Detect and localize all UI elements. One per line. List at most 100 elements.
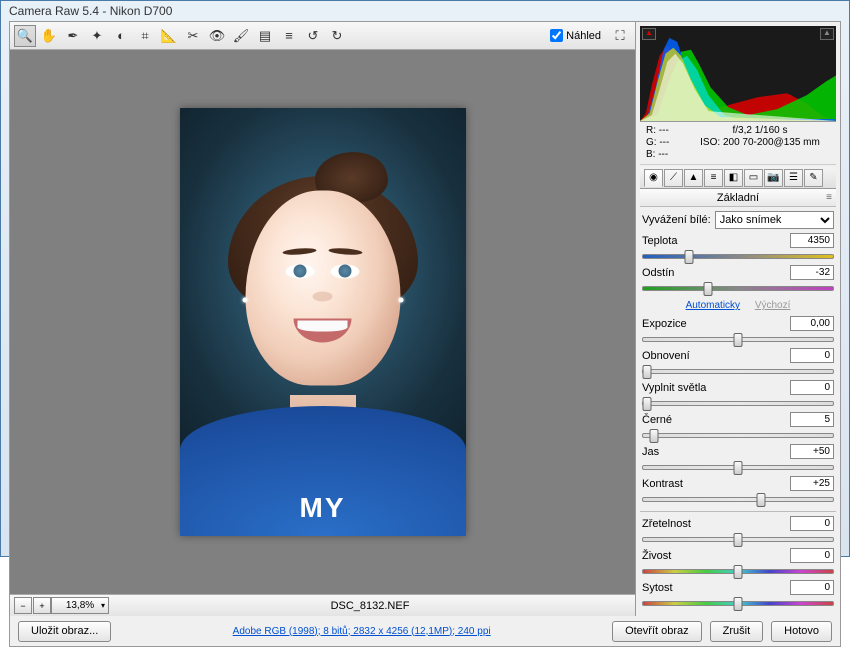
slider-vyplnit-thumb[interactable] [642,397,651,411]
zoom-select[interactable]: 13,8% [51,597,109,614]
panel-title[interactable]: Základní [640,189,836,207]
rotate-ccw-icon[interactable]: ↺ [302,25,324,47]
wb-label: Vyvážení bílé: [642,214,711,226]
slider-expozice-thumb[interactable] [734,333,743,347]
tab-snapshots-icon[interactable]: ✎ [804,169,823,187]
tab-presets-icon[interactable]: ☰ [784,169,803,187]
slider-kontrast-value[interactable]: +25 [790,476,834,491]
zoom-out-button[interactable]: − [14,597,32,614]
tab-split-icon[interactable]: ◧ [724,169,743,187]
right-panel: R: --- G: --- B: --- f/3,2 1/160 s ISO: … [636,22,840,616]
hand-tool-icon[interactable]: ✋ [38,25,60,47]
slider-jas-thumb[interactable] [734,461,743,475]
tab-basic-icon[interactable]: ◉ [644,169,663,187]
spot-removal-tool-icon[interactable]: ✂ [182,25,204,47]
tab-detail-icon[interactable]: ▲ [684,169,703,187]
tab-hsl-icon[interactable]: ≡ [704,169,723,187]
slider-zivost-track[interactable] [642,564,834,578]
slider-vyplnit-value[interactable]: 0 [790,380,834,395]
preview-area[interactable]: MY [10,50,635,594]
slider-zivost-label: Živost [642,550,671,562]
content-area: 🔍 ✋ ✒ ✦ ◐ ⌗ 📐 ✂ 👁 🖌 ▤ ≡ ↺ ↻ [9,21,841,647]
open-image-button[interactable]: Otevřít obraz [612,621,702,642]
slider-expozice-label: Expozice [642,318,687,330]
tab-camera-icon[interactable]: 📷 [764,169,783,187]
slider-obnoveni-value[interactable]: 0 [790,348,834,363]
tab-curve-icon[interactable]: ⟋ [664,169,683,187]
workflow-options-link[interactable]: Adobe RGB (1998); 8 bitů; 2832 x 4256 (1… [119,626,604,637]
zoom-in-button[interactable]: + [33,597,51,614]
slider-zretelnost-thumb[interactable] [734,533,743,547]
done-button[interactable]: Hotovo [771,621,832,642]
preview-label: Náhled [566,30,601,42]
preview-checkbox[interactable]: Náhled [550,29,601,42]
slider-cerne-value[interactable]: 5 [790,412,834,427]
graduated-filter-tool-icon[interactable]: ▤ [254,25,276,47]
white-balance-tool-icon[interactable]: ✒ [62,25,84,47]
slider-sytost-track[interactable] [642,596,834,610]
slider-kontrast-track[interactable] [642,492,834,506]
highlight-clipping-icon[interactable] [820,28,834,40]
slider-kontrast-thumb[interactable] [756,493,765,507]
crop-tool-icon[interactable]: ⌗ [134,25,156,47]
shirt-text: MY [213,492,433,524]
slider-obnoveni: Obnovení 0 [642,348,834,378]
slider-cerne-thumb[interactable] [650,429,659,443]
slider-zretelnost-track[interactable] [642,532,834,546]
slider-sytost: Sytost0 [642,580,834,610]
titlebar: Camera Raw 5.4 - Nikon D700 [1,1,849,21]
default-link[interactable]: Výchozí [755,300,791,311]
slider-expozice-track[interactable] [642,332,834,346]
slider-odstin-track[interactable] [642,281,834,295]
photo-preview: MY [180,108,466,536]
straighten-tool-icon[interactable]: 📐 [158,25,180,47]
fullscreen-icon[interactable]: ⛶ [609,25,631,47]
footer: Uložit obraz... Adobe RGB (1998); 8 bitů… [10,616,840,646]
save-image-button[interactable]: Uložit obraz... [18,621,111,642]
filename-label: DSC_8132.NEF [109,600,631,612]
slider-zivost-thumb[interactable] [734,565,743,579]
preview-checkbox-input[interactable] [550,29,563,42]
slider-obnoveni-thumb[interactable] [642,365,651,379]
slider-teplota-track[interactable] [642,249,834,263]
slider-sytost-thumb[interactable] [734,597,743,611]
left-panel: 🔍 ✋ ✒ ✦ ◐ ⌗ 📐 ✂ 👁 🖌 ▤ ≡ ↺ ↻ [10,22,636,616]
slider-zivost-value[interactable]: 0 [790,548,834,563]
slider-cerne-track[interactable] [642,428,834,442]
cancel-button[interactable]: Zrušit [710,621,764,642]
color-sampler-tool-icon[interactable]: ✦ [86,25,108,47]
zoom-controls: − + [14,597,51,614]
adjustment-brush-tool-icon[interactable]: 🖌 [230,25,252,47]
slider-sytost-value[interactable]: 0 [790,580,834,595]
slider-odstin: Odstín -32 [642,265,834,295]
auto-link[interactable]: Automaticky [686,300,740,311]
slider-vyplnit-track[interactable] [642,396,834,410]
redeye-tool-icon[interactable]: 👁 [206,25,228,47]
slider-odstin-label: Odstín [642,267,674,279]
slider-obnoveni-label: Obnovení [642,350,690,362]
slider-teplota-value[interactable]: 4350 [790,233,834,248]
slider-jas-value[interactable]: +50 [790,444,834,459]
slider-expozice-value[interactable]: 0,00 [790,316,834,331]
panel-tabs: ◉ ⟋ ▲ ≡ ◧ ▭ 📷 ☰ ✎ [640,167,836,189]
slider-cerne-label: Černé [642,414,672,426]
main-area: 🔍 ✋ ✒ ✦ ◐ ⌗ 📐 ✂ 👁 🖌 ▤ ≡ ↺ ↻ [10,22,840,616]
preferences-icon[interactable]: ≡ [278,25,300,47]
zoom-tool-icon[interactable]: 🔍 [14,25,36,47]
tab-lens-icon[interactable]: ▭ [744,169,763,187]
wb-select[interactable]: Jako snímek [715,211,834,229]
shadow-clipping-icon[interactable] [642,28,656,40]
slider-odstin-value[interactable]: -32 [790,265,834,280]
slider-obnoveni-track[interactable] [642,364,834,378]
rotate-cw-icon[interactable]: ↻ [326,25,348,47]
info-row: R: --- G: --- B: --- f/3,2 1/160 s ISO: … [640,122,836,165]
target-adjust-tool-icon[interactable]: ◐ [110,25,132,47]
slider-jas-track[interactable] [642,460,834,474]
slider-zretelnost-value[interactable]: 0 [790,516,834,531]
slider-odstin-thumb[interactable] [703,282,712,296]
slider-vyplnit-label: Vyplnit světla [642,382,706,394]
toolbar: 🔍 ✋ ✒ ✦ ◐ ⌗ 📐 ✂ 👁 🖌 ▤ ≡ ↺ ↻ [10,22,635,50]
slider-teplota-thumb[interactable] [684,250,693,264]
exif-info: f/3,2 1/160 s ISO: 200 70-200@135 mm [690,125,830,161]
histogram[interactable] [640,26,836,122]
